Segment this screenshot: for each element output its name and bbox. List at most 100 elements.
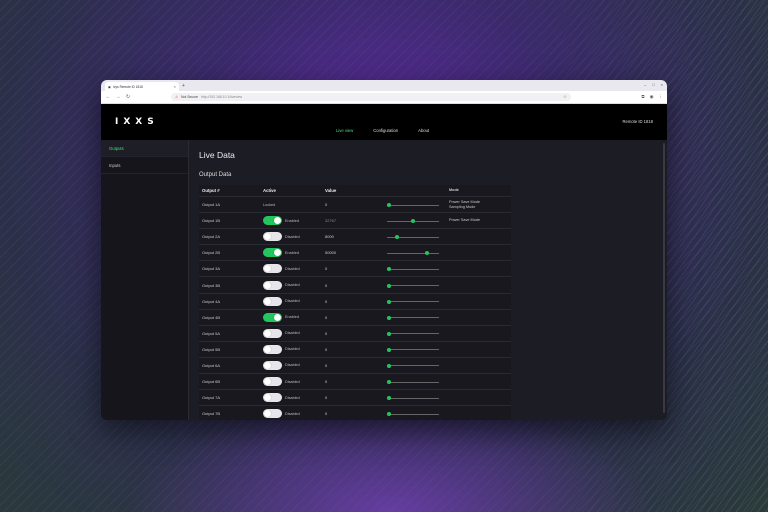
header-value: Value: [325, 188, 337, 193]
active-toggle[interactable]: [263, 216, 282, 226]
value-slider[interactable]: [386, 267, 439, 272]
toggle-knob: [264, 265, 271, 273]
brand-logo: IXXS: [115, 117, 159, 127]
slider-thumb[interactable]: [386, 380, 391, 385]
slider-thumb[interactable]: [386, 363, 391, 368]
value-slider[interactable]: [386, 380, 439, 385]
active-label: Disabled: [285, 234, 300, 239]
mode-power-save: Power Save Mode: [449, 218, 481, 223]
active-toggle[interactable]: [263, 393, 282, 403]
output-name: Output 1A: [202, 202, 221, 208]
forward-button[interactable]: →: [115, 94, 121, 100]
minimize-icon[interactable]: –: [644, 82, 646, 87]
slider-cell: [386, 310, 449, 325]
maximize-icon[interactable]: □: [652, 82, 654, 87]
output-name: Output 3A: [202, 266, 221, 272]
new-tab-button[interactable]: +: [182, 82, 185, 91]
active-cell: Disabled: [263, 232, 325, 242]
slider-thumb[interactable]: [386, 396, 391, 401]
output-value: 0: [325, 282, 328, 288]
nav-about[interactable]: About: [418, 128, 429, 133]
output-name: Output 7A: [202, 395, 221, 401]
nav-configuration[interactable]: Configuration: [373, 128, 398, 133]
value-slider[interactable]: [387, 251, 439, 256]
value-slider[interactable]: [386, 347, 439, 352]
value-slider[interactable]: [386, 283, 439, 288]
active-toggle[interactable]: [263, 312, 282, 322]
table-row: Output 4A Disabled 0: [199, 294, 511, 310]
slider-thumb[interactable]: [386, 283, 391, 288]
active-cell: Disabled: [263, 409, 325, 419]
back-button[interactable]: ←: [105, 94, 111, 100]
active-label: Disabled: [285, 379, 300, 384]
active-toggle[interactable]: [263, 296, 282, 306]
close-window-icon[interactable]: ×: [661, 82, 663, 87]
value-slider[interactable]: [387, 219, 439, 224]
browser-toolbar: ← → ↻ ⚠ Not Secure http://192.168.10.1/l…: [101, 91, 667, 104]
browser-tab[interactable]: ▣ Ixys Remote ID 1818 ×: [105, 82, 179, 91]
scrollbar[interactable]: [663, 143, 665, 413]
active-toggle[interactable]: [263, 280, 282, 290]
output-name: Output 6A: [202, 362, 221, 368]
header-active: Active: [263, 188, 276, 193]
value-slider[interactable]: [386, 396, 439, 401]
reload-button[interactable]: ↻: [125, 94, 131, 100]
toggle-knob: [264, 329, 271, 337]
slider-thumb[interactable]: [386, 331, 391, 336]
bookmark-star-icon[interactable]: ☆: [563, 94, 567, 100]
active-toggle[interactable]: [263, 409, 282, 419]
slider-thumb[interactable]: [386, 347, 391, 352]
value-slider[interactable]: [386, 412, 439, 417]
value-slider[interactable]: [386, 331, 439, 336]
active-toggle[interactable]: [263, 344, 282, 354]
extensions-icon[interactable]: ⧉: [641, 94, 644, 100]
table-row: Output 5B Disabled 0: [199, 342, 511, 358]
active-toggle[interactable]: [263, 264, 282, 274]
slider-thumb[interactable]: [386, 267, 391, 272]
value-slider[interactable]: [386, 363, 439, 368]
slider-thumb[interactable]: [395, 235, 400, 240]
output-value: 50000: [325, 250, 337, 256]
output-value: 0: [325, 346, 328, 352]
slider-cell: [387, 213, 449, 228]
value-slider[interactable]: [387, 235, 439, 240]
output-name: Output 3B: [202, 282, 221, 288]
output-value: 0: [325, 298, 328, 304]
output-name: Output 1B: [202, 218, 221, 224]
output-name: Output 7B: [202, 411, 221, 417]
toggle-knob: [274, 217, 281, 225]
toggle-knob: [264, 410, 271, 418]
slider-thumb[interactable]: [386, 299, 391, 304]
output-name: Output 2B: [202, 250, 221, 256]
slider-cell: [386, 326, 449, 341]
slider-thumb[interactable]: [411, 219, 415, 224]
address-bar[interactable]: ⚠ Not Secure http://192.168.10.1/livevie…: [171, 93, 571, 101]
menu-icon[interactable]: ⋮: [659, 94, 664, 100]
value-slider[interactable]: [386, 315, 439, 320]
tab-close-icon[interactable]: ×: [174, 84, 176, 89]
slider-thumb[interactable]: [386, 315, 391, 320]
slider-cell: [386, 277, 449, 292]
nav-live-view[interactable]: Live view: [336, 128, 353, 133]
active-toggle[interactable]: [263, 360, 282, 370]
active-toggle[interactable]: [263, 232, 282, 242]
value-slider[interactable]: [386, 299, 439, 304]
table-body: Output 1A Locked 0 Power Save Mode Sampling …: [199, 197, 511, 420]
slider-thumb[interactable]: [386, 203, 391, 208]
value-slider[interactable]: [386, 203, 439, 208]
toggle-knob: [264, 361, 271, 369]
table-row: Output 6A Disabled 0: [199, 358, 511, 375]
slider-thumb[interactable]: [386, 412, 391, 417]
output-value: 0: [325, 202, 328, 208]
sidebar-item-inputs[interactable]: Inputs: [101, 157, 188, 174]
slider-cell: [386, 406, 449, 420]
table-row: Output 2B Enabled 50000: [199, 245, 511, 262]
slider-thumb[interactable]: [424, 251, 429, 256]
sidebar-item-outputs[interactable]: Outputs: [101, 140, 188, 157]
active-toggle[interactable]: [263, 248, 282, 258]
active-toggle[interactable]: [263, 377, 282, 387]
table-header: Output # Active Value Mode: [199, 185, 511, 197]
active-toggle[interactable]: [263, 328, 282, 338]
window-controls: – □ ×: [644, 82, 663, 87]
profile-icon[interactable]: ◉: [650, 94, 654, 100]
